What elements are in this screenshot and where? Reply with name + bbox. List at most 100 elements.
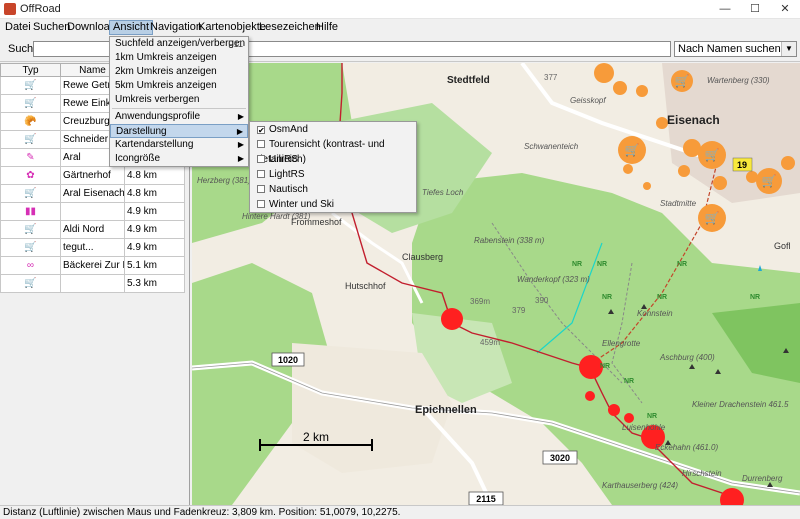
- scale-label: 2 km: [303, 430, 329, 444]
- poi-marker[interactable]: [678, 165, 690, 177]
- style-option-label: Nautisch: [269, 184, 308, 195]
- poi-marker[interactable]: [636, 85, 648, 97]
- poi-distance-cell: 4.9 km: [124, 238, 185, 257]
- checkbox-icon[interactable]: ✔: [257, 126, 265, 135]
- poi-count-text: 19: [737, 160, 747, 170]
- nr-label: NR: [750, 294, 760, 301]
- poi-marker[interactable]: [781, 156, 795, 170]
- poi-name-cell: [60, 202, 125, 221]
- menu-item-label: Kartendarstellung: [115, 139, 194, 150]
- style-option-tourensicht[interactable]: Tourensicht (kontrast- und detailreich): [250, 137, 416, 165]
- nr-label: NR: [647, 413, 657, 420]
- darstellung-submenu: ✔ OsmAnd Tourensicht (kontrast- und detai…: [249, 121, 417, 213]
- place-label-hutschhof: Hutschhof: [345, 281, 386, 291]
- style-option-winter[interactable]: Winter und Ski: [250, 197, 416, 212]
- menu-item-1km[interactable]: 1km Umkreis anzeigen: [110, 51, 248, 65]
- chevron-down-icon[interactable]: ▼: [781, 42, 796, 56]
- poi-marker[interactable]: [594, 63, 614, 83]
- table-row[interactable]: ∞Bäckerei Zur L...5.1 km: [0, 256, 185, 275]
- menu-item-umkreis-verbergen[interactable]: Umkreis verbergen: [110, 93, 248, 107]
- poi-marker[interactable]: [643, 182, 651, 190]
- cart-icon: 🛒: [705, 211, 720, 225]
- map-label: Wartenberg (330): [707, 76, 770, 85]
- poi-name-cell: Aldi Nord: [60, 220, 125, 239]
- app-icon: [4, 3, 16, 15]
- style-option-osmand[interactable]: ✔ OsmAnd: [250, 122, 416, 137]
- close-button[interactable]: ✕: [770, 0, 800, 19]
- poi-name-cell: Bäckerei Zur L...: [60, 256, 125, 275]
- table-row[interactable]: 🛒 5.3 km: [0, 274, 185, 293]
- table-row[interactable]: 🛒 tegut... 4.9 km: [0, 238, 185, 257]
- poi-marker[interactable]: [613, 81, 627, 95]
- poi-distance-cell: 5.3 km: [124, 274, 185, 293]
- nr-label: NR: [677, 261, 687, 268]
- style-option-lightrs[interactable]: LightRS: [250, 167, 416, 182]
- poi-name-cell: tegut...: [60, 238, 125, 257]
- route-marker[interactable]: [585, 391, 595, 401]
- cart-icon: 🛒: [0, 238, 61, 257]
- submenu-arrow-icon: ▶: [237, 112, 244, 121]
- submenu-arrow-icon: ▶: [237, 140, 244, 149]
- nr-label: NR: [602, 294, 612, 301]
- table-row[interactable]: ▮▮ 4.9 km: [0, 202, 185, 221]
- map-label: Herzberg (381): [197, 176, 251, 185]
- menu-item-kartendarstellung[interactable]: Kartendarstellung ▶: [110, 138, 248, 152]
- poi-marker[interactable]: [623, 164, 633, 174]
- menu-item-shortcut: F11: [228, 39, 243, 49]
- style-option-label: LightRS: [269, 169, 305, 180]
- checkbox-icon[interactable]: [257, 185, 265, 193]
- table-row[interactable]: 🛒 Aldi Nord 4.9 km: [0, 220, 185, 239]
- poi-marker[interactable]: [713, 176, 727, 190]
- minimize-button[interactable]: —: [710, 0, 740, 19]
- ansicht-menu: Suchfeld anzeigen/verbergen F11 1km Umkr…: [109, 36, 249, 167]
- place-label-eisenach: Eisenach: [667, 113, 720, 127]
- menu-item-anwendungsprofile[interactable]: Anwendungsprofile ▶: [110, 110, 248, 124]
- place-label-clausberg: Clausberg: [402, 252, 443, 262]
- search-mode-select[interactable]: Nach Namen suchen ▼: [674, 41, 797, 57]
- poi-name-cell: Aral Eisenach ...: [60, 184, 125, 203]
- checkbox-icon[interactable]: [257, 200, 265, 208]
- maximize-button[interactable]: ☐: [740, 0, 770, 19]
- column-header-typ[interactable]: Typ: [0, 63, 61, 77]
- menu-item-5km[interactable]: 5km Umkreis anzeigen: [110, 79, 248, 93]
- table-row[interactable]: ✿ Gärtnerhof 4.8 km: [0, 166, 185, 185]
- poi-distance-cell: 4.8 km: [124, 166, 185, 185]
- map-label: Hintere Hardt (381): [242, 212, 311, 221]
- pretzel-icon: ∞: [0, 256, 61, 275]
- route-marker[interactable]: [608, 404, 620, 416]
- table-row[interactable]: 🛒Aral Eisenach ...4.8 km: [0, 184, 185, 203]
- nr-label: NR: [572, 261, 582, 268]
- route-marker[interactable]: [624, 413, 634, 423]
- map-label: Hirschstein: [682, 469, 722, 478]
- route-marker[interactable]: [441, 308, 463, 330]
- poi-distance-cell: 4.8 km: [124, 184, 185, 203]
- style-option-label: Winter und Ski: [269, 199, 335, 210]
- style-option-unirs[interactable]: UniRS: [250, 152, 416, 167]
- cart-icon: 🛒: [675, 74, 690, 88]
- cart-icon: 🛒: [0, 184, 61, 203]
- map-label: Karthauserberg (424): [602, 481, 678, 490]
- menu-separator: [112, 108, 246, 109]
- checkbox-icon[interactable]: [257, 155, 265, 163]
- cart-icon: 🛒: [0, 76, 61, 95]
- bottles-icon: ▮▮: [0, 202, 61, 221]
- style-option-nautisch[interactable]: Nautisch: [250, 182, 416, 197]
- menu-datei[interactable]: Datei: [2, 20, 34, 35]
- checkbox-icon[interactable]: [257, 140, 265, 148]
- checkbox-icon[interactable]: [257, 170, 265, 178]
- menu-item-suchfeld[interactable]: Suchfeld anzeigen/verbergen F11: [110, 37, 248, 51]
- map-label: Stadtmitte: [660, 199, 697, 208]
- poi-name-cell: [60, 274, 125, 293]
- menu-hilfe[interactable]: Hilfe: [313, 20, 341, 35]
- menu-item-2km[interactable]: 2km Umkreis anzeigen: [110, 65, 248, 79]
- map-label: Geisskopf: [570, 96, 606, 105]
- cart-icon: 🛒: [625, 143, 640, 157]
- poi-distance-cell: 5.1 km: [124, 256, 185, 275]
- menu-item-icongroesse[interactable]: Icongröße ▶: [110, 152, 248, 166]
- cart-icon: 🛒: [0, 130, 61, 149]
- map-label: Schwanenteich: [524, 142, 579, 151]
- status-bar: Distanz (Luftlinie) zwischen Maus und Fa…: [0, 505, 800, 519]
- submenu-arrow-icon: ▶: [236, 127, 243, 136]
- map-label: Tiefes Loch: [422, 188, 464, 197]
- menu-item-darstellung[interactable]: Darstellung ▶: [110, 124, 248, 138]
